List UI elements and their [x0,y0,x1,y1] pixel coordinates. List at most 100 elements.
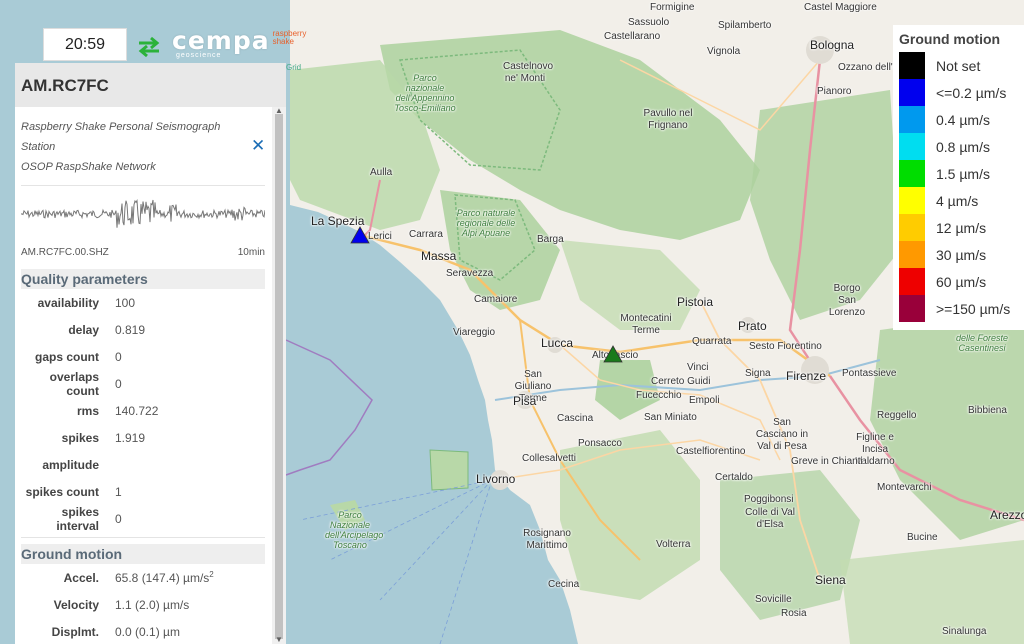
place-barga: Barga [537,234,564,245]
place-bologna: Bologna [810,38,855,52]
scroll-thumb[interactable] [275,114,283,639]
place-greve: Greve in Chianti [791,456,863,467]
place-empoli: Empoli [689,395,720,406]
quality-key: spikes [61,430,99,445]
place-montecatini: Montecatini Terme [620,313,672,336]
place-borgosansenzo: Borgo San Lorenzo [828,283,866,318]
motion-row-accel: Accel. 65.8 (147.4) µm/s2 [21,564,272,591]
quality-row-availability: availability 100 [21,289,272,316]
motion-value-text: 65.8 (147.4) µm/s [115,571,210,585]
logo-sub-text: geoscience [176,52,222,59]
station-description-2: OSOP RaspShake Network [21,161,156,173]
park-casentinesi: delle Foreste Casentinesi [955,333,1009,353]
quality-value: 100 [115,295,136,310]
place-castellarano: Castellarano [604,31,661,42]
legend-label: 12 µm/s [936,219,987,236]
logo-tag-2: shake [272,37,294,46]
place-aulla: Aulla [370,167,393,178]
quality-value: 1.919 [115,430,146,445]
legend-item: 1.5 µm/s [899,160,1024,187]
place-siena: Siena [815,573,846,587]
station-panel: AM.RC7FC Raspberry Shake Personal Seismo… [15,63,286,644]
waveform-preview[interactable]: AM.RC7FC.00.SHZ 10min [21,186,265,266]
place-vinci: Vinci [687,362,709,373]
waveform-plot [21,198,265,228]
legend-swatch [899,133,925,160]
place-camaiore: Camaiore [474,294,518,305]
place-lerici: Lerici [368,231,392,242]
panel-scrollbar[interactable]: ▲ ▼ [272,107,286,644]
place-fucecchio: Fucecchio [636,390,682,401]
legend-item: 30 µm/s [899,241,1024,268]
quality-value: 0 [115,511,122,526]
legend-swatch [899,79,925,106]
station-description-1: Raspberry Shake Personal Seismograph Sta… [21,121,221,153]
quality-value: 0.819 [115,322,146,337]
legend-label: 4 µm/s [936,192,979,209]
waveform-span: 10min [237,247,265,258]
divider [21,537,265,538]
place-cascina: Cascina [557,413,594,424]
motion-row-velocity: Velocity 1.1 (2.0) µm/s [21,591,272,618]
map-attribution: Grid [286,63,302,72]
swap-arrows-button[interactable] [135,34,163,60]
park-apuane: Parco naturale regionale delle Alpi Apua… [456,208,516,238]
place-ponsacco: Ponsacco [578,438,622,449]
motion-row-displacement: Displmt. 0.0 (0.1) µm [21,618,272,644]
scroll-down-icon[interactable]: ▼ [275,636,283,644]
close-icon[interactable]: ✕ [251,136,265,156]
place-montevarchi: Montevarchi [877,482,932,493]
quality-key: rms [76,403,99,418]
legend-label: 0.8 µm/s [936,138,990,155]
motion-key: Accel. [63,570,99,585]
quality-row-delay: delay 0.819 [21,316,272,343]
place-pisa: Pisa [513,394,537,408]
place-bibbiena: Bibbiena [968,405,1007,416]
legend-title: Ground motion [899,31,1001,47]
legend-label: 0.4 µm/s [936,111,990,128]
place-collesalvetti: Collesalvetti [522,453,576,464]
place-rosignano: Rosignano Marittimo [523,528,571,551]
quality-section-title: Quality parameters [21,269,265,289]
legend-swatch [899,214,925,241]
place-sesto: Sesto Fiorentino [749,341,822,352]
motion-key: Displmt. [51,624,99,639]
quality-row-overlaps: overlaps count 0 [21,370,272,398]
quality-key: amplitude [42,457,99,472]
legend-swatch [899,241,925,268]
place-castelnovo: Castelnovo ne' Monti [503,61,554,84]
place-colle: Colle di Val d'Elsa [745,507,795,530]
place-sassuolo: Sassuolo [628,17,670,28]
ground-motion-legend: Ground motion Not set <=0.2 µm/s 0.4 µm/s 0… [893,25,1024,330]
quality-value: 1 [115,484,122,499]
waveform-trace [21,198,265,228]
place-ozzano: Ozzano dell'E [838,62,900,73]
place-quarrata: Quarrata [692,336,732,347]
place-sancasciano: San Casciano in Val di Pesa [755,417,809,452]
legend-label: >=150 µm/s [936,300,1011,317]
waveform-channel: AM.RC7FC.00.SHZ [21,247,109,258]
station-title: AM.RC7FC [15,63,286,107]
place-sovicille: Sovicille [755,594,792,605]
place-pistoia: Pistoia [677,295,714,309]
place-certaldo: Certaldo [715,472,753,483]
quality-row-gaps: gaps count 0 [21,343,272,370]
quality-row-rms: rms 140.722 [21,397,272,424]
place-prato: Prato [738,319,767,333]
quality-row-spikes-interval: spikes interval 0 [21,505,272,533]
quality-value: 140.722 [115,403,159,418]
station-description: Raspberry Shake Personal Seismograph Sta… [21,107,241,177]
quality-row-spikes-count: spikes count 1 [21,478,272,505]
motion-key: Velocity [53,597,99,612]
quality-row-spikes: spikes 1.919 [21,424,272,451]
quality-value: 0 [115,349,122,364]
place-sanminiato: San Miniato [644,412,697,423]
place-laspezia: La Spezia [311,214,365,228]
clock-display: 20:59 [43,28,127,61]
legend-item: 0.8 µm/s [899,133,1024,160]
place-pontassieve: Pontassieve [842,368,897,379]
place-spilamberto: Spilamberto [718,20,772,31]
motion-value: 65.8 (147.4) µm/s2 [115,570,214,585]
place-vignola: Vignola [707,46,741,57]
quality-list: availability 100 delay 0.819 gaps count 0 o… [21,289,272,533]
